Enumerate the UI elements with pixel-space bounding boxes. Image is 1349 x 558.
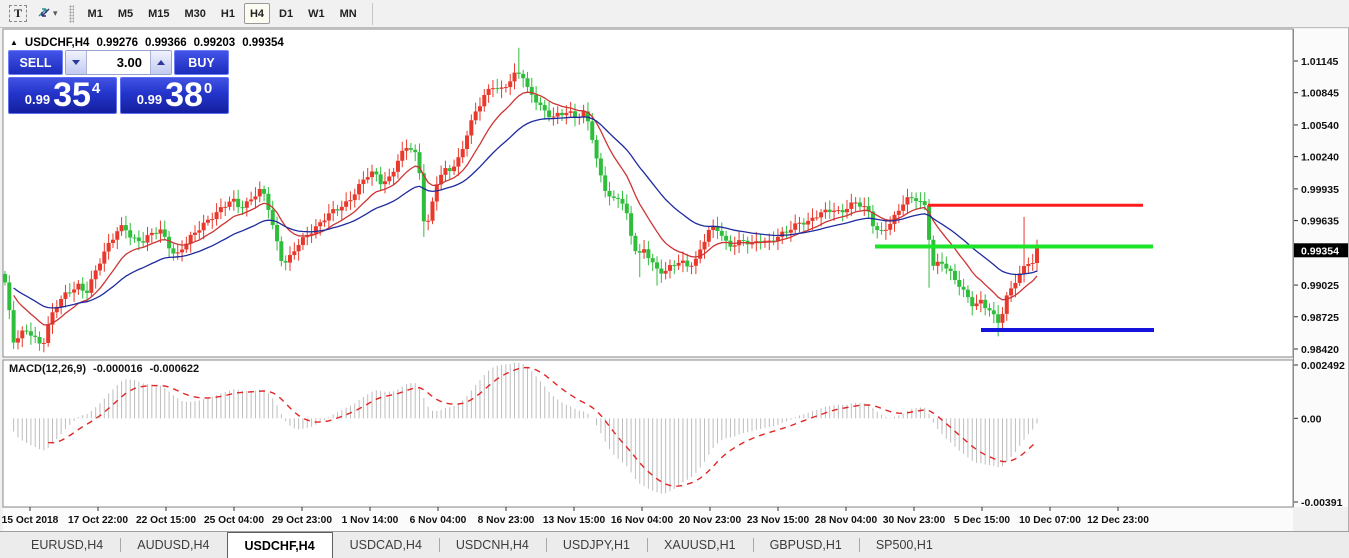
svg-text:17 Oct 22:00: 17 Oct 22:00 (68, 515, 128, 526)
svg-text:16 Nov 04:00: 16 Nov 04:00 (611, 515, 674, 526)
tab-gbpusd-h1[interactable]: GBPUSD,H1 (753, 532, 859, 558)
svg-text:1.00240: 1.00240 (1301, 152, 1339, 164)
sell-price-prefix: 0.99 (25, 92, 50, 107)
toolbar-separator (372, 3, 373, 25)
tab-xauusd-h1[interactable]: XAUUSD,H1 (647, 532, 753, 558)
timeframe-button-mn[interactable]: MN (334, 3, 363, 24)
timeframe-button-m5[interactable]: M5 (112, 3, 139, 24)
close-value: 0.99354 (242, 37, 284, 49)
tab-sp500-h1[interactable]: SP500,H1 (859, 532, 950, 558)
svg-text:25 Oct 04:00: 25 Oct 04:00 (204, 515, 264, 526)
cycle-arrows-button[interactable]: ▾ (33, 3, 61, 25)
svg-text:6 Nov 04:00: 6 Nov 04:00 (410, 515, 467, 526)
tab-usdjpy-h1[interactable]: USDJPY,H1 (546, 532, 647, 558)
svg-text:30 Nov 23:00: 30 Nov 23:00 (883, 515, 946, 526)
triangle-down-icon (72, 60, 80, 65)
tab-usdchf-h4[interactable]: USDCHF,H4 (227, 532, 333, 558)
svg-text:0.002492: 0.002492 (1301, 360, 1345, 372)
timeframe-button-h4[interactable]: H4 (244, 3, 270, 24)
svg-text:1 Nov 14:00: 1 Nov 14:00 (342, 515, 399, 526)
timeframe-button-d1[interactable]: D1 (273, 3, 299, 24)
buy-price-pips: 38 (165, 81, 203, 110)
open-value: 0.99276 (96, 37, 138, 49)
toolbar: T ▾ M1 M5 M15 M30 H1 H4 D1 W1 MN (0, 0, 1349, 28)
high-value: 0.99366 (145, 37, 187, 49)
macd-main-value: -0.000016 (93, 363, 143, 375)
volume-input[interactable] (87, 51, 150, 74)
toolbar-grip[interactable] (69, 5, 74, 23)
svg-text:0.99935: 0.99935 (1301, 184, 1339, 196)
svg-text:23 Nov 15:00: 23 Nov 15:00 (747, 515, 810, 526)
buy-price-point: 0 (204, 80, 212, 97)
chart-ohlc-readout: ▲ USDCHF,H4 0.99276 0.99366 0.99203 0.99… (10, 37, 284, 49)
tab-usdcad-h4[interactable]: USDCAD,H4 (333, 532, 439, 558)
svg-text:12 Dec 23:00: 12 Dec 23:00 (1087, 515, 1149, 526)
buy-button[interactable]: BUY (174, 50, 229, 75)
buy-price-display[interactable]: 0.99380 (120, 77, 229, 114)
svg-text:10 Dec 07:00: 10 Dec 07:00 (1019, 515, 1081, 526)
text-tool-button[interactable]: T (6, 3, 30, 25)
svg-text:0.99635: 0.99635 (1301, 216, 1339, 228)
volume-increase-button[interactable] (150, 51, 171, 74)
svg-text:0.00: 0.00 (1301, 413, 1322, 425)
sell-price-point: 4 (92, 80, 100, 97)
svg-text:15 Oct 2018: 15 Oct 2018 (2, 515, 59, 526)
buy-price-prefix: 0.99 (137, 92, 162, 107)
svg-text:22 Oct 15:00: 22 Oct 15:00 (136, 515, 196, 526)
volume-spinner (65, 50, 172, 75)
volume-decrease-button[interactable] (66, 51, 87, 74)
svg-text:0.99025: 0.99025 (1301, 280, 1339, 292)
svg-text:8 Nov 23:00: 8 Nov 23:00 (478, 515, 535, 526)
macd-indicator-label: MACD(12,26,9) -0.000016 -0.000622 (9, 363, 199, 375)
low-value: 0.99203 (194, 37, 236, 49)
timeframe-button-w1[interactable]: W1 (302, 3, 331, 24)
double-arrow-icon (36, 5, 52, 23)
svg-text:0.98725: 0.98725 (1301, 312, 1339, 324)
svg-text:1.01145: 1.01145 (1301, 56, 1339, 68)
svg-text:-0.00391: -0.00391 (1301, 497, 1343, 509)
macd-name: MACD(12,26,9) (9, 363, 86, 375)
svg-text:5 Dec 15:00: 5 Dec 15:00 (954, 515, 1010, 526)
text-tool-icon: T (9, 5, 27, 22)
svg-text:28 Nov 04:00: 28 Nov 04:00 (815, 515, 878, 526)
tab-audusd-h4[interactable]: AUDUSD,H4 (120, 532, 226, 558)
trade-panel: SELL BUY 0.99354 0.99380 (8, 50, 229, 114)
tab-usdcnh-h4[interactable]: USDCNH,H4 (439, 532, 546, 558)
svg-text:20 Nov 23:00: 20 Nov 23:00 (679, 515, 742, 526)
sell-price-pips: 35 (53, 81, 91, 110)
sell-button[interactable]: SELL (8, 50, 63, 75)
sell-price-display[interactable]: 0.99354 (8, 77, 117, 114)
triangle-up-icon (157, 60, 165, 65)
timeframe-button-m15[interactable]: M15 (142, 3, 175, 24)
symbol-label: USDCHF,H4 (25, 37, 90, 49)
timeframe-button-m1[interactable]: M1 (82, 3, 109, 24)
chevron-down-icon: ▾ (53, 8, 58, 19)
svg-text:29 Oct 23:00: 29 Oct 23:00 (272, 515, 332, 526)
symbol-tab-bar: EURUSD,H4 AUDUSD,H4 USDCHF,H4 USDCAD,H4 … (0, 531, 1349, 558)
svg-text:0.99354: 0.99354 (1301, 245, 1339, 257)
timeframe-button-h1[interactable]: H1 (215, 3, 241, 24)
tab-eurusd-h4[interactable]: EURUSD,H4 (14, 532, 120, 558)
svg-text:13 Nov 15:00: 13 Nov 15:00 (543, 515, 606, 526)
timeframe-button-m30[interactable]: M30 (179, 3, 212, 24)
svg-text:1.00540: 1.00540 (1301, 120, 1339, 132)
svg-text:1.00845: 1.00845 (1301, 88, 1339, 100)
collapse-panel-icon[interactable]: ▲ (10, 39, 18, 47)
macd-signal-value: -0.000622 (150, 363, 200, 375)
svg-text:0.98420: 0.98420 (1301, 344, 1339, 356)
